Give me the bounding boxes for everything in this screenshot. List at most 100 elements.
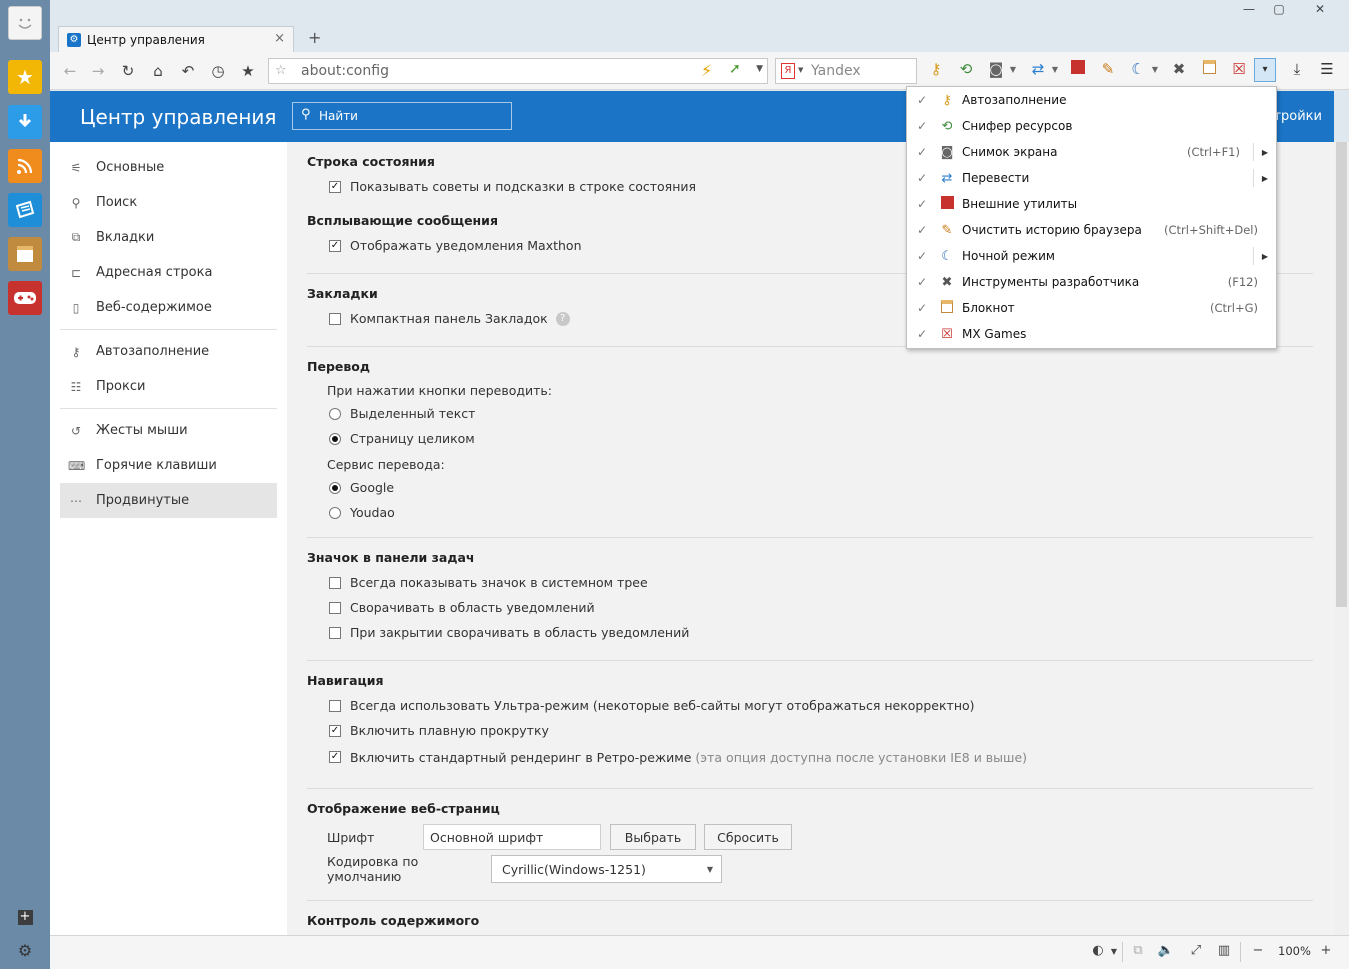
close-tab-button[interactable]: × <box>274 31 285 46</box>
downloads-button[interactable] <box>8 105 42 139</box>
screencast-icon[interactable]: ⧉ <box>1128 943 1148 958</box>
radio-selected-text-row[interactable]: Выделенный текст <box>307 401 1313 426</box>
nav-item-hotkeys[interactable]: ⌨ Горячие клавиши <box>60 448 277 483</box>
menu-item-translate[interactable]: ✓ ⇄ Перевести ▶ <box>907 165 1276 191</box>
menu-item-mx-games[interactable]: ✓ ☒ MX Games <box>907 321 1276 347</box>
nav-item-web-content[interactable]: ▯ Веб-содержимое <box>60 290 277 325</box>
add-sidebar-button[interactable]: + <box>15 906 35 926</box>
zoom-in-button[interactable]: + <box>1316 943 1336 958</box>
sniffer-icon[interactable]: ⟲ <box>955 60 977 78</box>
checkbox-checked[interactable]: ✓ <box>329 724 341 737</box>
radio-google-row[interactable]: Google <box>307 475 1313 500</box>
reset-font-button[interactable]: Сбросить <box>704 824 792 850</box>
forward-button[interactable]: → <box>88 62 108 80</box>
rss-button[interactable] <box>8 149 42 183</box>
checkbox-unchecked[interactable] <box>329 601 341 614</box>
submenu-arrow-icon[interactable]: ▶ <box>1262 174 1268 183</box>
menu-item-external-tools[interactable]: ✓ Внешние утилиты <box>907 191 1276 217</box>
home-button[interactable]: ⌂ <box>148 62 168 80</box>
bookmarks-button[interactable]: ★ <box>238 62 258 80</box>
chevron-down-icon[interactable]: ▼ <box>798 66 803 74</box>
menu-icon[interactable]: ☰ <box>1316 60 1338 78</box>
tray-always-checkbox-row[interactable]: Всегда показывать значок в системном тре… <box>307 570 1313 595</box>
content-scrollbar[interactable] <box>1334 142 1349 935</box>
menu-item-night-mode[interactable]: ✓ ☾ Ночной режим ▶ <box>907 243 1276 269</box>
nav-item-search[interactable]: ⚲ Поиск <box>60 185 277 220</box>
back-button[interactable]: ← <box>60 62 80 80</box>
scrollbar-thumb[interactable] <box>1336 142 1347 607</box>
external-tools-icon[interactable] <box>1067 60 1089 78</box>
zoom-out-button[interactable]: − <box>1248 943 1268 958</box>
radio-whole-page-row[interactable]: Страницу целиком <box>307 426 1313 451</box>
url-text[interactable]: about:config <box>301 63 389 79</box>
submenu-arrow-icon[interactable]: ▶ <box>1262 148 1268 157</box>
reload-button[interactable]: ↻ <box>118 62 138 80</box>
maximize-button[interactable]: ▢ <box>1264 2 1294 16</box>
chevron-down-icon[interactable]: ▼ <box>1104 947 1124 956</box>
menu-item-dev-tools[interactable]: ✓ ✖ Инструменты разработчика (F12) <box>907 269 1276 295</box>
wrench-icon[interactable]: ✖ <box>1168 60 1190 78</box>
lightning-icon[interactable]: ⚡ <box>701 61 712 80</box>
checkbox-unchecked[interactable] <box>329 699 341 712</box>
key-icon[interactable]: ⚷ <box>925 60 947 78</box>
chevron-down-icon[interactable]: ▼ <box>1044 65 1066 74</box>
minimize-button[interactable]: — <box>1234 2 1264 16</box>
go-arrow-icon[interactable]: ➚ <box>729 61 741 77</box>
history-button[interactable]: ◷ <box>208 62 228 80</box>
chevron-down-icon[interactable]: ▼ <box>756 64 763 74</box>
undo-close-button[interactable]: ↶ <box>178 62 198 80</box>
fullscreen-icon[interactable]: ⤢ <box>1186 943 1206 958</box>
checkbox-checked[interactable]: ✓ <box>329 180 341 193</box>
address-bar[interactable]: ☆ about:config ⚡ ➚ ▼ <box>268 58 768 84</box>
download-icon[interactable]: ⤓ <box>1286 60 1308 78</box>
split-view-icon[interactable]: ▥ <box>1214 943 1234 958</box>
reader-button[interactable] <box>8 193 42 227</box>
checkbox-unchecked[interactable] <box>329 312 341 325</box>
help-icon[interactable]: ? <box>555 311 570 326</box>
radio-selected[interactable] <box>329 481 341 494</box>
checkbox-unchecked[interactable] <box>329 576 341 589</box>
notepad-button[interactable] <box>8 237 42 271</box>
nav-item-autofill[interactable]: ⚷ Автозаполнение <box>60 334 277 369</box>
radio-unselected[interactable] <box>329 407 341 420</box>
smooth-scroll-checkbox-row[interactable]: ✓ Включить плавную прокрутку <box>307 718 1313 743</box>
radio-selected[interactable] <box>329 432 341 445</box>
search-box[interactable]: Я ▼ Yandex <box>775 58 917 84</box>
nav-item-address-bar[interactable]: ⊏ Адресная строка <box>60 255 277 290</box>
menu-item-autofill[interactable]: ✓ ⚷ Автозаполнение <box>907 87 1276 113</box>
retro-render-checkbox-row[interactable]: ✓ Включить стандартный рендеринг в Ретро-… <box>307 743 1313 771</box>
menu-item-sniffer[interactable]: ✓ ⟲ Снифер ресурсов <box>907 113 1276 139</box>
gamepad-icon[interactable]: ☒ <box>1228 60 1250 78</box>
menu-item-clear-history[interactable]: ✓ ✎ Очистить историю браузера (Ctrl+Shif… <box>907 217 1276 243</box>
menu-item-notepad[interactable]: ✓ Блокнот (Ctrl+G) <box>907 295 1276 321</box>
settings-search-input[interactable]: ⚲ Найти <box>292 102 512 130</box>
font-field[interactable]: Основной шрифт <box>423 824 601 850</box>
new-tab-button[interactable]: + <box>308 28 321 47</box>
nav-item-proxy[interactable]: ☷ Прокси <box>60 369 277 404</box>
avatar[interactable] <box>8 6 42 40</box>
toolbar-more-button[interactable]: ▾ <box>1254 58 1276 82</box>
volume-icon[interactable]: 🔈 <box>1156 943 1176 958</box>
tab-control-center[interactable]: ⚙ Центр управления × <box>58 26 294 53</box>
checkbox-checked[interactable]: ✓ <box>329 751 341 763</box>
radio-unselected[interactable] <box>329 506 341 519</box>
tray-close-checkbox-row[interactable]: При закрытии сворачивать в область уведо… <box>307 620 1313 645</box>
favorites-button[interactable]: ★ <box>8 60 42 94</box>
nav-item-mouse-gestures[interactable]: ↺ Жесты мыши <box>60 413 277 448</box>
search-engine-label[interactable]: Yandex <box>811 63 861 79</box>
submenu-arrow-icon[interactable]: ▶ <box>1262 252 1268 261</box>
close-window-button[interactable]: ✕ <box>1298 2 1342 16</box>
encoding-select[interactable]: Cyrillic(Windows-1251) ▼ <box>491 855 722 883</box>
nav-item-tabs[interactable]: ⧉ Вкладки <box>60 220 277 255</box>
notepad-icon[interactable] <box>1198 60 1220 78</box>
nav-item-basic[interactable]: ⚟ Основные <box>60 150 277 185</box>
choose-font-button[interactable]: Выбрать <box>610 824 696 850</box>
chevron-down-icon[interactable]: ▼ <box>1144 65 1166 74</box>
checkbox-unchecked[interactable] <box>329 626 341 639</box>
bookmark-star-icon[interactable]: ☆ <box>275 63 287 78</box>
settings-button[interactable]: ⚙ <box>15 941 35 961</box>
zoom-level[interactable]: 100% <box>1278 944 1311 958</box>
ultra-mode-checkbox-row[interactable]: Всегда использовать Ультра-режим (некото… <box>307 693 1313 718</box>
menu-item-screenshot[interactable]: ✓ ◙ Снимок экрана (Ctrl+F1) ▶ <box>907 139 1276 165</box>
radio-youdao-row[interactable]: Youdao <box>307 500 1313 525</box>
